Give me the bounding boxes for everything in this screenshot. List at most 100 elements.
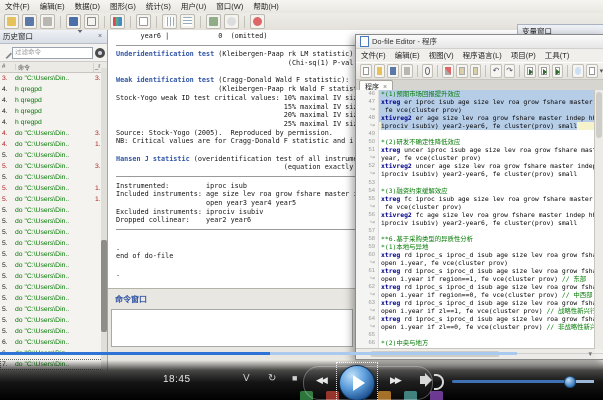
- pin-icon[interactable]: [86, 33, 94, 41]
- df-cut-icon[interactable]: [442, 64, 454, 78]
- history-scroll-thumb[interactable]: [101, 240, 107, 332]
- log-icon[interactable]: [66, 14, 81, 29]
- history-list: 3.do "C:\Users\Din..3.4.h qregpd4.h qreg…: [0, 73, 107, 370]
- history-row[interactable]: 5.do "C:\Users\Din..1.: [0, 183, 107, 194]
- df-copy-icon[interactable]: [456, 64, 468, 78]
- dofile-menu-item[interactable]: 程序语言(L): [463, 50, 502, 61]
- df-print-icon[interactable]: [401, 64, 413, 78]
- print-icon[interactable]: [40, 14, 55, 29]
- history-row[interactable]: 5.do "C:\Users\Din..1.: [0, 194, 107, 205]
- df-find-icon[interactable]: [422, 64, 434, 78]
- filter-input[interactable]: 过滤命令: [12, 47, 93, 59]
- dofile-menu-item[interactable]: 视图(V): [429, 50, 454, 61]
- command-input[interactable]: [111, 309, 353, 347]
- history-row[interactable]: 4.h qregpd: [0, 84, 107, 95]
- open-icon[interactable]: [4, 14, 19, 29]
- dofile-vscroll-thumb[interactable]: [596, 92, 602, 138]
- history-row[interactable]: 4.h qregpd: [0, 106, 107, 117]
- dofile-editor-icon[interactable]: [136, 14, 151, 29]
- menu-item[interactable]: 统计(S): [146, 1, 171, 12]
- dofile-editor-body[interactable]: 46*(1)预期市场回报提升效应47xtreg er iproc isub ag…: [356, 90, 595, 349]
- history-row[interactable]: 5.do "C:\Users\Din..: [0, 150, 107, 161]
- filter-icon[interactable]: [76, 33, 84, 41]
- menu-item[interactable]: 帮助(H): [253, 1, 278, 12]
- df-toolbar-overflow-icon[interactable]: ▾: [600, 67, 603, 75]
- history-row[interactable]: 4.do "C:\Users\Din..3.: [0, 128, 107, 139]
- history-row[interactable]: 5.do "C:\Users\Din..: [0, 227, 107, 238]
- dofile-menu-item[interactable]: 编辑(E): [395, 50, 420, 61]
- variables-manager-icon[interactable]: [206, 14, 221, 29]
- filter-tool-icon[interactable]: [0, 46, 12, 59]
- dofile-vscrollbar[interactable]: [594, 90, 603, 349]
- history-row[interactable]: 5.do "C:\Users\Din..: [0, 271, 107, 282]
- df-run3-icon[interactable]: [552, 64, 564, 78]
- col-command[interactable]: 命令: [16, 63, 94, 72]
- df-run2-icon[interactable]: [538, 64, 550, 78]
- history-row[interactable]: 3.do "C:\Users\Din..3.: [0, 73, 107, 84]
- dofile-menu-item[interactable]: 文件(F): [361, 50, 386, 61]
- history-scrollbar[interactable]: [101, 68, 107, 370]
- stata-toolbar: [0, 13, 603, 31]
- forward-button[interactable]: ▶▶: [390, 375, 400, 386]
- history-row[interactable]: 5.do "C:\Users\Din..: [0, 282, 107, 293]
- df-open-icon[interactable]: [374, 64, 386, 78]
- speaker-icon[interactable]: [420, 376, 426, 384]
- loop-icon[interactable]: ↻: [268, 373, 276, 384]
- history-row[interactable]: 4.h qregpd: [0, 117, 107, 128]
- menu-item[interactable]: 窗口(W): [216, 1, 243, 12]
- filter-options-button[interactable]: [95, 48, 105, 58]
- history-row[interactable]: 6.do "C:\Users\Din..: [0, 337, 107, 348]
- history-row[interactable]: 5.do "C:\Users\Din..: [0, 304, 107, 315]
- more-icon[interactable]: [224, 14, 239, 29]
- line-number: 54: [356, 187, 379, 195]
- graph-icon[interactable]: [110, 14, 125, 29]
- viewer-icon[interactable]: [84, 14, 99, 29]
- dofile-menu-item[interactable]: 工具(T): [545, 50, 570, 61]
- player-logo-icon[interactable]: V: [243, 373, 250, 384]
- history-filter-row: 过滤命令: [0, 44, 107, 62]
- history-row[interactable]: 5.do "C:\Users\Din..: [0, 260, 107, 271]
- df-undo-icon[interactable]: ↶: [490, 64, 502, 78]
- volume-slider[interactable]: [452, 380, 594, 383]
- stop-icon[interactable]: ■: [292, 373, 297, 383]
- df-doc-icon[interactable]: [586, 64, 598, 78]
- rewind-button[interactable]: ◀◀: [316, 375, 326, 386]
- df-save-icon[interactable]: [387, 64, 399, 78]
- df-new-icon[interactable]: [360, 64, 372, 78]
- history-row[interactable]: 5.do "C:\Users\Din..: [0, 315, 107, 326]
- volume-thumb[interactable]: [564, 376, 576, 388]
- close-icon[interactable]: ×: [96, 33, 104, 41]
- history-row[interactable]: 5.do "C:\Users\Din..: [0, 293, 107, 304]
- history-row[interactable]: 5.do "C:\Users\Din..: [0, 172, 107, 183]
- data-browser-icon[interactable]: [180, 14, 195, 29]
- df-redo-icon[interactable]: ↷: [504, 64, 516, 78]
- col-number[interactable]: #: [0, 64, 16, 70]
- df-help-icon[interactable]: [572, 64, 584, 78]
- menu-item[interactable]: 文件(F): [5, 1, 30, 12]
- save-icon[interactable]: [22, 14, 37, 29]
- menu-item[interactable]: 用户(U): [181, 1, 206, 12]
- history-row[interactable]: 5.do "C:\Users\Din..: [0, 205, 107, 216]
- history-row[interactable]: 5.do "C:\Users\Din..: [0, 238, 107, 249]
- dofile-menu-item[interactable]: 项目(P): [511, 50, 536, 61]
- code-text: [379, 130, 595, 138]
- history-row[interactable]: 5.do "C:\Users\Din..: [0, 249, 107, 260]
- history-row[interactable]: 4.h qregpd: [0, 95, 107, 106]
- wrap-marker: ↪: [356, 323, 379, 331]
- df-paste-icon[interactable]: [470, 64, 482, 78]
- data-editor-icon[interactable]: [162, 14, 177, 29]
- history-row[interactable]: 5.do "C:\Users\Din..: [0, 216, 107, 227]
- video-seekbar[interactable]: [0, 352, 603, 355]
- menu-item[interactable]: 图形(G): [110, 1, 136, 12]
- menu-item[interactable]: 数据(D): [75, 1, 100, 12]
- dofile-title-bar[interactable]: Do-file Editor - 程序: [356, 35, 603, 49]
- df-run1-icon[interactable]: [524, 64, 536, 78]
- toolbar-separator: [130, 16, 131, 28]
- line-number: 57: [356, 227, 379, 235]
- break-icon[interactable]: [250, 14, 265, 29]
- history-row[interactable]: 5.do "C:\Users\Din..3.: [0, 161, 107, 172]
- play-button[interactable]: [339, 365, 375, 400]
- menu-item[interactable]: 编辑(E): [40, 1, 65, 12]
- history-row[interactable]: 5.do "C:\Users\Din..: [0, 326, 107, 337]
- history-row[interactable]: 4.do "C:\Users\Din..1.: [0, 139, 107, 150]
